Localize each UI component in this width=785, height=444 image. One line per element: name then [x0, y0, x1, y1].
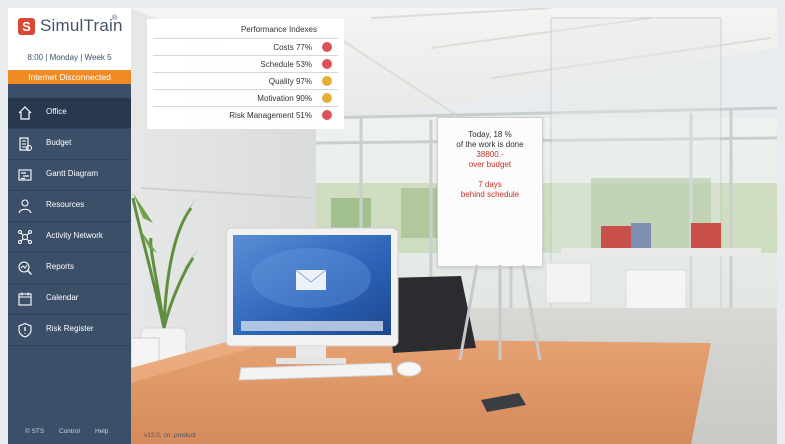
nav-item-calendar[interactable]: Calendar: [8, 284, 131, 315]
nav-item-resources[interactable]: Resources: [8, 191, 131, 222]
performance-label: Costs 77%: [273, 43, 312, 52]
nav-label: Reports: [46, 262, 75, 271]
status-dot-icon: [322, 76, 332, 86]
status-dot-icon: [322, 42, 332, 52]
nav-item-office[interactable]: Office: [8, 98, 131, 129]
flipchart-budget-status: over budget: [468, 160, 512, 169]
help-link[interactable]: Help: [95, 428, 108, 435]
office-icon: [18, 106, 32, 120]
performance-row: Motivation 90%: [153, 89, 338, 107]
performance-label: Quality 97%: [268, 77, 312, 86]
flipchart-schedule-status: behind schedule: [460, 190, 520, 199]
flipchart-easel: [458, 265, 542, 360]
version-text: v12.0, cn. product: [144, 432, 196, 439]
flipchart-progress-detail: of the work is done: [456, 140, 524, 149]
flipchart-budget-amount: 38800.-: [476, 150, 504, 159]
gantt-icon: [18, 169, 32, 181]
performance-row: Quality 97%: [153, 72, 338, 90]
status-dot-icon: [322, 93, 332, 103]
nav-label: Calendar: [46, 293, 79, 302]
performance-title: Performance Indexes: [240, 25, 317, 34]
performance-row: Schedule 53%: [153, 55, 338, 73]
performance-label: Motivation 90%: [257, 94, 312, 103]
nav-item-activity-network[interactable]: Activity Network: [8, 222, 131, 253]
activity-network-icon: [18, 230, 32, 244]
performance-panel: Performance Indexes Costs 77% Schedule 5…: [147, 19, 344, 129]
reports-icon: [18, 261, 32, 275]
risk-register-icon: [18, 322, 32, 338]
nav-label: Budget: [46, 138, 72, 147]
nav-label: Gantt Diagram: [46, 169, 99, 178]
logo-text: SimulTrain: [40, 16, 123, 35]
flipchart-progress: Today, 18 %: [468, 130, 512, 139]
network-status-badge: Internet Disconnected: [8, 70, 131, 84]
performance-label: Schedule 53%: [260, 60, 312, 69]
nav-label: Office: [46, 107, 67, 116]
nav-label: Risk Register: [46, 324, 94, 333]
copyright-text: © STS: [25, 428, 45, 435]
status-dot-icon: [322, 110, 332, 120]
control-link[interactable]: Control: [59, 428, 80, 435]
nav-item-budget[interactable]: Budget: [8, 129, 131, 160]
budget-icon: [19, 137, 32, 151]
nav-label: Resources: [46, 200, 85, 209]
status-dot-icon: [322, 59, 332, 69]
logo-mark-icon: S: [18, 18, 35, 35]
nav-item-risk-register[interactable]: Risk Register: [8, 315, 131, 346]
calendar-icon: [18, 292, 32, 306]
resources-icon: [18, 199, 32, 214]
logo-registered-mark: ®: [112, 15, 118, 22]
nav-item-gantt-diagram[interactable]: Gantt Diagram: [8, 160, 131, 191]
sidebar-footer: © STS Control Help: [8, 428, 131, 440]
performance-row: Risk Management 51%: [153, 106, 338, 124]
nav-item-reports[interactable]: Reports: [8, 253, 131, 284]
performance-row: Costs 77%: [153, 38, 338, 56]
time-status: 8:00 | Monday | Week 5: [8, 46, 131, 70]
performance-label: Risk Management 51%: [229, 111, 312, 120]
flipchart-summary[interactable]: Today, 18 % of the work is done 38800.- …: [437, 117, 543, 267]
logo: S SimulTrain ®: [8, 8, 131, 46]
sidebar: S SimulTrain ® 8:00 | Monday | Week 5 In…: [8, 8, 131, 444]
nav-label: Activity Network: [46, 231, 103, 240]
flipchart-schedule-days: 7 days: [478, 180, 502, 189]
